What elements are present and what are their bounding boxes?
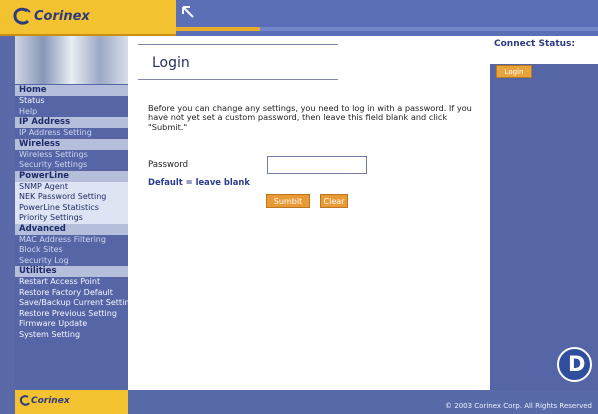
sidebar-item-nek-password-setting[interactable]: NEK Password Setting [15,192,128,203]
sidebar-section-ip-address: IP Address [15,117,128,128]
connect-status-header: Connect Status: [490,36,598,64]
sidebar-item-wireless-settings[interactable]: Wireless Settings [15,150,128,161]
sidebar-item-restore-previous-setting[interactable]: Restore Previous Setting [15,309,128,320]
sidebar-item-snmp-agent[interactable]: SNMP Agent [15,181,128,192]
sidebar-item-security-log[interactable]: Security Log [15,256,128,267]
sidebar-section-utilities: Utilities [15,266,128,277]
sidebar-section-home: Home [15,85,128,96]
brand-name: Corinex [34,9,90,24]
sidebar-item-save-backup-current-setting[interactable]: Save/Backup Current Setting [15,298,134,309]
sidebar-item-mac-address-filtering[interactable]: MAC Address Filtering [15,235,128,246]
sidebar-item-block-sites[interactable]: Block Sites [15,245,128,256]
connect-status-panel: Connect Status: Login [490,36,598,390]
sidebar-section-powerline: PowerLine [15,170,128,182]
status-badge-letter: D [568,352,586,376]
brand-logo-box: Corinex [0,0,176,36]
sidebar-item-ip-address-setting[interactable]: IP Address Setting [15,128,128,139]
connect-status-title: Connect Status: [494,39,575,49]
sidebar-item-restore-factory-default[interactable]: Restore Factory Default [15,288,128,299]
corinex-logo-icon [13,7,31,25]
header-photo [15,36,128,84]
page-title-box: Login [138,44,338,80]
sidebar-item-priority-settings[interactable]: Priority Settings [15,213,128,224]
arrow-up-left-icon [182,6,194,18]
top-progress-fill [176,27,261,31]
app-frame: Corinex Home Status Help IP Address IP A… [0,0,598,414]
main-content: Login Before you can change any settings… [128,36,490,390]
copyright-text: © 2003 Corinex Corp. All Rights Reserved [445,402,592,410]
footer-brand: Corinex [31,396,70,406]
sidebar-item-help[interactable]: Help [15,107,128,118]
top-bar: Corinex [0,0,598,36]
corinex-footer-icon [19,395,30,406]
submit-button[interactable]: Sumbit [266,194,310,208]
sidebar: Home Status Help IP Address IP Address S… [15,36,134,390]
sidebar-section-advanced: Advanced [15,223,128,235]
bottom-strip: © 2003 Corinex Corp. All Rights Reserved [128,390,598,414]
default-password-note: Default = leave blank [148,177,250,187]
sidebar-section-wireless: Wireless [15,138,128,150]
clear-button[interactable]: Clear [320,194,348,208]
sidebar-item-firmware-update[interactable]: Firmware Update [15,319,128,330]
login-status-chip[interactable]: Login [496,65,532,78]
login-instructions: Before you can change any settings, you … [148,103,472,132]
sidebar-item-security-settings[interactable]: Security Settings [15,160,128,171]
sidebar-item-status[interactable]: Status [15,96,128,107]
sidebar-item-powerline-statistics[interactable]: PowerLine Statistics [15,202,128,213]
password-input[interactable] [267,156,367,174]
sidebar-footer: Corinex [15,390,128,414]
top-progress-strip [176,27,598,31]
password-label: Password [148,160,189,170]
sidebar-item-system-setting[interactable]: System Setting [15,330,128,341]
sidebar-menu: Home Status Help IP Address IP Address S… [15,85,134,341]
page-title: Login [152,55,190,71]
sidebar-item-restart-access-point[interactable]: Restart Access Point [15,277,128,288]
